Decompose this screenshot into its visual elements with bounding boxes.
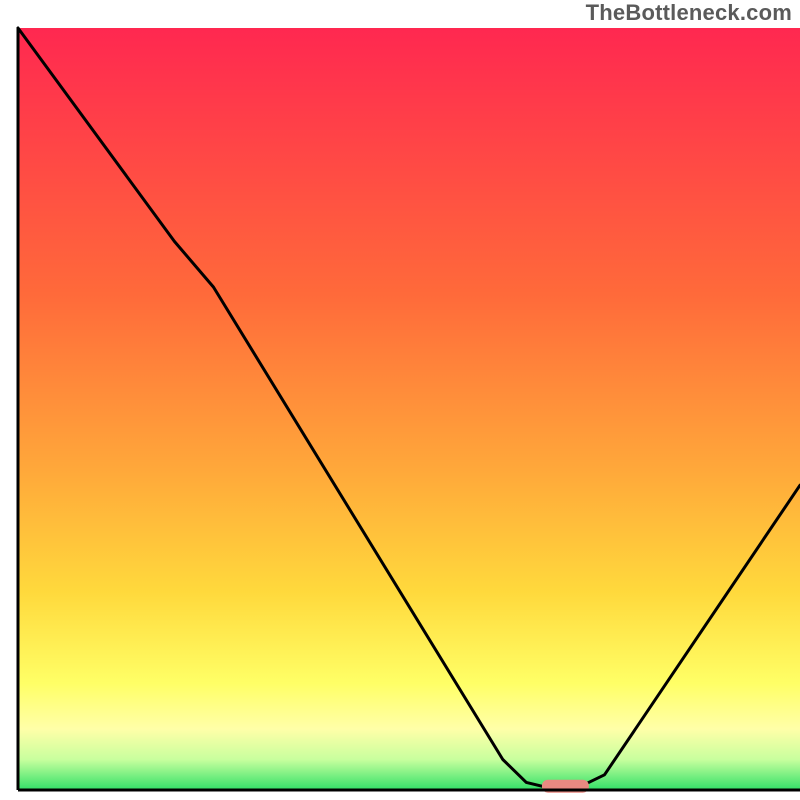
plot-background [18,28,800,790]
watermark-text: TheBottleneck.com [586,0,792,26]
bottleneck-chart [0,0,800,800]
chart-wrap: TheBottleneck.com [0,0,800,800]
